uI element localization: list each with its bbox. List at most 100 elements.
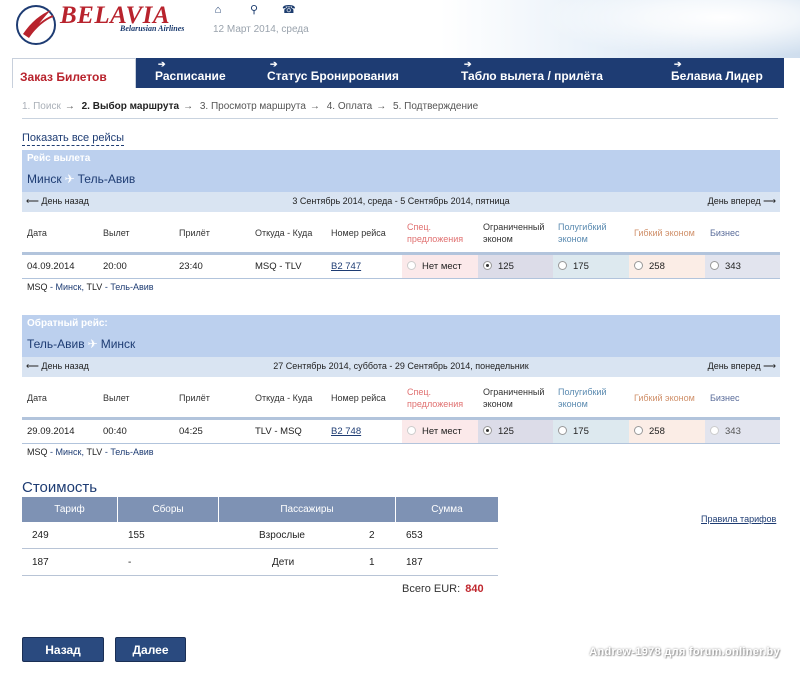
col-arrival: Прилёт [179,228,210,238]
flight-date: 29.09.2014 [27,426,75,437]
sum-value: 187 [406,557,423,568]
radio-disabled [710,426,719,435]
route-legend: MSQ - Минск, TLV - Тель-Авив [27,282,154,292]
sum-value: 653 [406,530,423,541]
booking-steps: 1. Поиск → 2. Выбор маршрута → 3. Просмотр… [22,101,482,112]
outbound-date-nav: ⟵ День назад 3 Сентябрь 2014, среда - 5 … [22,192,780,212]
tab-label: Расписание [155,69,226,83]
return-date-nav: ⟵ День назад 27 Сентябрь 2014, суббота -… [22,357,780,377]
step-arrow-icon: → [309,101,320,112]
col-semiflex-economy: Полугибкий эконом [558,222,607,244]
col-business: Бизнес [710,228,740,238]
brand-subtitle: Belarusian Airlines [120,24,185,33]
next-day-link[interactable]: День вперед ⟶ [708,361,776,372]
cost-col-sum: Сумма [431,504,463,515]
site-header: BELAVIA Belarusian Airlines ⌂ ⚲ ☎ 12 Мар… [0,0,800,58]
radio-selected[interactable] [483,426,492,435]
col-flight-number: Номер рейса [331,393,386,403]
flight-arrival: 23:40 [179,261,203,272]
radio-option[interactable] [634,261,643,270]
tab-label: Заказ Билетов [20,70,107,84]
radio-disabled [407,426,416,435]
passenger-type: Взрослые [259,530,305,541]
fees-value: 155 [128,530,145,541]
fare-business: 343 [705,420,780,443]
column-headers: Дата Вылет Прилёт Откуда - Куда Номер ре… [22,212,780,252]
tariff-value: 187 [32,557,49,568]
col-flex-economy: Гибкий эконом [634,393,695,403]
show-all-flights-link[interactable]: Показать все рейсы [22,132,124,146]
cost-col-fees: Сборы [118,497,219,522]
sky-decoration [540,0,800,58]
fare-restricted-economy[interactable]: 125 [478,255,553,278]
tab-label: Табло вылета / прилёта [461,69,603,83]
col-semiflex-economy: Полугибкий эконом [558,387,607,409]
return-route: Тель-Авив ✈ Минск [27,337,135,351]
fare-flex-economy[interactable]: 258 [629,255,705,278]
tab-departures-board[interactable]: ➔ Табло вылета / прилёта [461,58,621,88]
column-headers: Дата Вылет Прилёт Откуда - Куда Номер ре… [22,377,780,417]
step-arrow-icon: → [64,101,75,112]
radio-selected[interactable] [483,261,492,270]
flight-date: 04.09.2014 [27,261,75,272]
col-business: Бизнес [710,393,740,403]
belavia-logo-icon[interactable] [15,4,57,46]
col-date: Дата [27,228,47,238]
col-arrival: Прилёт [179,393,210,403]
step-route-selection: 2. Выбор маршрута [81,101,180,112]
main-tabs: Заказ Билетов ➔ Расписание ➔ Статус Брон… [12,58,784,88]
destination-city: Минск [100,337,136,351]
cost-table-header: Тариф Сборы Пассажиры Сумма [22,497,498,522]
outbound-route: Минск ✈ Тель-Авив [27,172,135,186]
back-button[interactable]: Назад [22,637,104,662]
total-label: Всего EUR: [402,583,461,595]
tab-booking-status[interactable]: ➔ Статус Бронирования [267,58,427,88]
step-arrow-icon: → [183,101,194,112]
destination-city: Тель-Авив [77,172,136,186]
fare-flex-economy[interactable]: 258 [629,420,705,443]
next-day-link[interactable]: День вперед ⟶ [708,196,776,207]
passenger-count: 1 [369,557,375,568]
col-restricted-economy: Ограниченный эконом [483,222,545,244]
return-heading: Обратный рейс: [27,318,108,329]
flight-number-link[interactable]: B2 747 [331,255,361,278]
current-date: 12 Март 2014, среда [213,24,309,35]
outbound-header: Рейс вылета Минск ✈ Тель-Авив [22,150,780,192]
home-icon[interactable]: ⌂ [212,4,224,16]
flight-number-link[interactable]: B2 748 [331,420,361,443]
fees-value: - [128,557,132,568]
total-value: 840 [465,583,484,595]
step-review: 3. Просмотр маршрута [199,101,306,112]
plane-icon: ✈ [64,172,75,186]
tab-belavia-leader[interactable]: ➔ Белавиа Лидер [671,58,781,88]
flight-arrival: 04:25 [179,426,203,437]
fare-semiflex-economy[interactable]: 175 [553,420,629,443]
fare-restricted-economy[interactable]: 125 [478,420,553,443]
radio-option[interactable] [558,426,567,435]
fare-semiflex-economy[interactable]: 175 [553,255,629,278]
tab-schedule[interactable]: ➔ Расписание [155,58,265,88]
radio-option[interactable] [710,261,719,270]
step-search[interactable]: 1. Поиск [22,101,61,112]
next-button[interactable]: Далее [115,637,186,662]
origin-city: Минск [27,172,62,186]
cost-title: Стоимость [22,479,98,496]
col-departure: Вылет [103,228,130,238]
col-restricted-economy: Ограниченный эконом [483,387,545,409]
radio-disabled [407,261,416,270]
fare-business[interactable]: 343 [705,255,780,278]
radio-option[interactable] [634,426,643,435]
tariff-value: 249 [32,530,49,541]
flight-departure: 00:40 [103,426,127,437]
col-departure: Вылет [103,393,130,403]
col-from-to: Откуда - Куда [255,228,313,238]
flight-route: MSQ - TLV [255,261,302,272]
fare-rules-link[interactable]: Правила тарифов [701,514,776,524]
search-icon[interactable]: ⚲ [248,4,260,16]
phone-icon[interactable]: ☎ [282,4,296,16]
radio-option[interactable] [558,261,567,270]
return-header: Обратный рейс: Тель-Авив ✈ Минск [22,315,780,357]
step-arrow-icon: → [376,101,387,112]
tab-booking[interactable]: Заказ Билетов [12,58,136,88]
flight-row: 04.09.2014 20:00 23:40 MSQ - TLV B2 747 … [22,255,780,279]
